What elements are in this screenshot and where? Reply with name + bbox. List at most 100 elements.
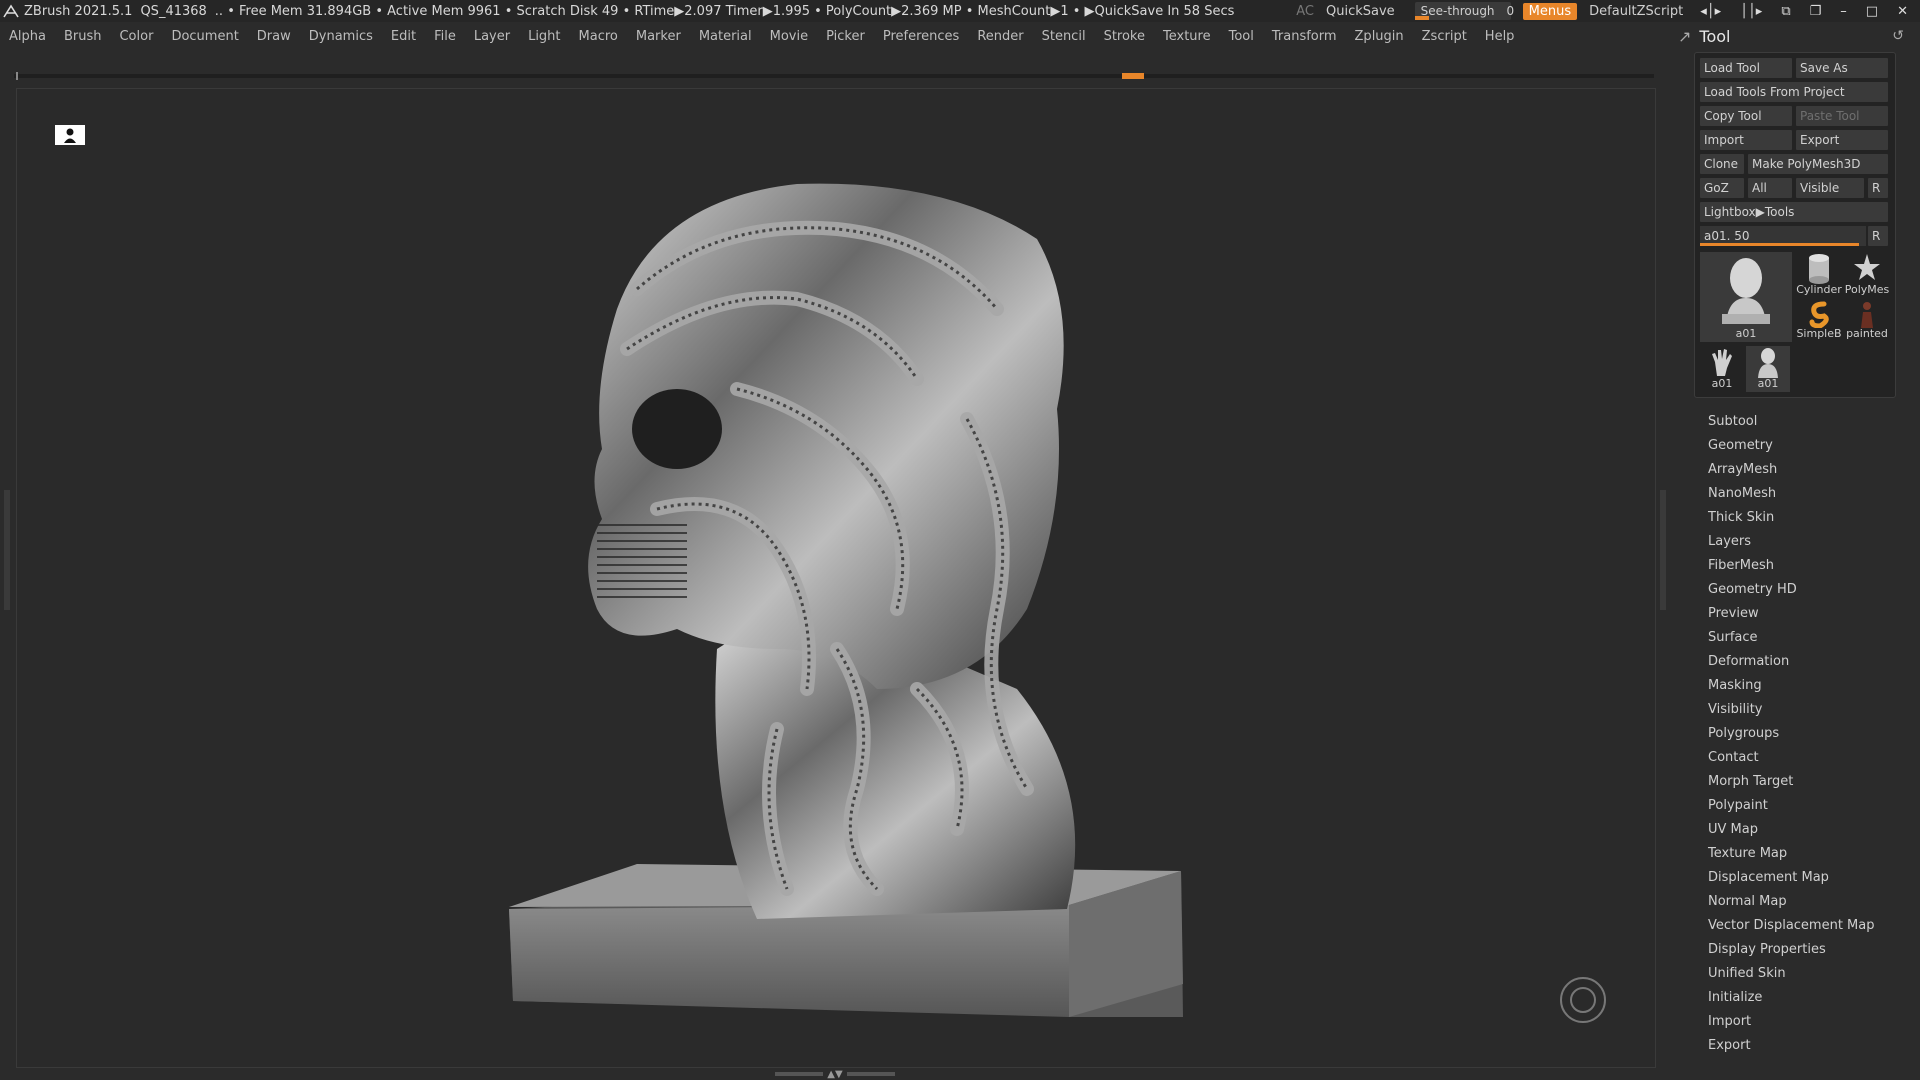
tool-slider-r-button[interactable]: R	[1868, 226, 1888, 246]
menu-draw[interactable]: Draw	[248, 29, 300, 44]
menu-stroke[interactable]: Stroke	[1095, 29, 1154, 44]
subpalette-initialize[interactable]: Initialize	[1708, 986, 1875, 1010]
clone-button[interactable]: Clone	[1700, 154, 1744, 174]
menu-zplugin[interactable]: Zplugin	[1346, 29, 1413, 44]
subpalette-preview[interactable]: Preview	[1708, 602, 1875, 626]
make-polymesh3d-button[interactable]: Make PolyMesh3D	[1748, 154, 1888, 174]
timeline-track[interactable]	[14, 72, 1654, 80]
menu-document[interactable]: Document	[162, 29, 247, 44]
menu-help[interactable]: Help	[1476, 29, 1524, 44]
ac-button[interactable]: AC	[1296, 4, 1314, 19]
menu-movie[interactable]: Movie	[761, 29, 817, 44]
tool-thumb-a01-bust[interactable]: a01	[1746, 346, 1790, 392]
menu-marker[interactable]: Marker	[627, 29, 690, 44]
paste-tool-button[interactable]: Paste Tool	[1796, 106, 1888, 126]
menu-light[interactable]: Light	[519, 29, 569, 44]
load-tool-button[interactable]: Load Tool	[1700, 58, 1792, 78]
save-as-button[interactable]: Save As	[1796, 58, 1888, 78]
subpalette-displacement-map[interactable]: Displacement Map	[1708, 866, 1875, 890]
layout-toggle-icon[interactable]: ◂│▸	[1700, 4, 1721, 19]
menu-transform[interactable]: Transform	[1263, 29, 1346, 44]
tool-thumb-label: SimpleB	[1796, 327, 1842, 340]
menu-stencil[interactable]: Stencil	[1033, 29, 1095, 44]
goz-button[interactable]: GoZ	[1700, 178, 1744, 198]
tool-thumb-polymesh[interactable]: PolyMes	[1844, 252, 1890, 298]
tool-thumb-a01-hand[interactable]: a01	[1700, 346, 1744, 392]
window-layout-icon[interactable]: ❐	[1810, 4, 1822, 19]
layout-toggle-icon[interactable]: ││▸	[1740, 4, 1762, 19]
subpalette-fibermesh[interactable]: FiberMesh	[1708, 554, 1875, 578]
tool-thumb-simpleb[interactable]: SimpleB	[1796, 300, 1842, 342]
menu-texture[interactable]: Texture	[1154, 29, 1220, 44]
tool-palette-header[interactable]: ↗ Tool ↺	[1672, 22, 1920, 50]
subpalette-uv-map[interactable]: UV Map	[1708, 818, 1875, 842]
subpalette-layers[interactable]: Layers	[1708, 530, 1875, 554]
bottom-tray-handle[interactable]: ▲▼	[770, 1069, 900, 1080]
import-button[interactable]: Import	[1700, 130, 1792, 150]
subpalette-export[interactable]: Export	[1708, 1034, 1875, 1058]
tool-thumb-a01[interactable]: a01	[1700, 252, 1792, 342]
menu-tool[interactable]: Tool	[1220, 29, 1263, 44]
timeline-start-marker	[16, 72, 18, 80]
reset-icon[interactable]: ↺	[1892, 28, 1904, 44]
goz-all-button[interactable]: All	[1748, 178, 1792, 198]
subpalette-polygroups[interactable]: Polygroups	[1708, 722, 1875, 746]
subpalette-geometry[interactable]: Geometry	[1708, 434, 1875, 458]
tool-slider-fill	[1700, 243, 1860, 246]
subpalette-normal-map[interactable]: Normal Map	[1708, 890, 1875, 914]
subpalette-nanomesh[interactable]: NanoMesh	[1708, 482, 1875, 506]
see-through-knob[interactable]	[1414, 16, 1429, 20]
load-tools-from-project-button[interactable]: Load Tools From Project	[1700, 82, 1888, 102]
menu-macro[interactable]: Macro	[570, 29, 627, 44]
menu-file[interactable]: File	[425, 29, 465, 44]
menu-edit[interactable]: Edit	[382, 29, 425, 44]
subpalette-unified-skin[interactable]: Unified Skin	[1708, 962, 1875, 986]
subpalette-import[interactable]: Import	[1708, 1010, 1875, 1034]
lightbox-tools-button[interactable]: Lightbox▶Tools	[1700, 202, 1888, 222]
timeline-position-marker[interactable]	[1122, 73, 1144, 79]
subpalette-visibility[interactable]: Visibility	[1708, 698, 1875, 722]
maximize-icon[interactable]: □	[1866, 4, 1878, 19]
minimize-icon[interactable]: –	[1840, 4, 1847, 19]
subpalette-arraymesh[interactable]: ArrayMesh	[1708, 458, 1875, 482]
tool-thumb-painted[interactable]: painted	[1844, 300, 1890, 342]
see-through-slider[interactable]: See-through 0	[1414, 2, 1514, 20]
subpalette-geometry-hd[interactable]: Geometry HD	[1708, 578, 1875, 602]
navigation-gizmo-icon[interactable]	[1560, 977, 1606, 1023]
subpalette-polypaint[interactable]: Polypaint	[1708, 794, 1875, 818]
subpalette-display-properties[interactable]: Display Properties	[1708, 938, 1875, 962]
subpalette-vector-displacement-map[interactable]: Vector Displacement Map	[1708, 914, 1875, 938]
subpalette-thick-skin[interactable]: Thick Skin	[1708, 506, 1875, 530]
subpalette-contact[interactable]: Contact	[1708, 746, 1875, 770]
menu-preferences[interactable]: Preferences	[874, 29, 968, 44]
copy-tool-button[interactable]: Copy Tool	[1700, 106, 1792, 126]
subpalette-surface[interactable]: Surface	[1708, 626, 1875, 650]
close-icon[interactable]: ✕	[1897, 4, 1908, 19]
default-zscript-button[interactable]: DefaultZScript	[1589, 4, 1683, 19]
subpalette-texture-map[interactable]: Texture Map	[1708, 842, 1875, 866]
menu-layer[interactable]: Layer	[465, 29, 519, 44]
menu-picker[interactable]: Picker	[817, 29, 874, 44]
subpalette-subtool[interactable]: Subtool	[1708, 410, 1875, 434]
tool-slider[interactable]: a01. 50	[1700, 226, 1866, 246]
menu-material[interactable]: Material	[690, 29, 761, 44]
goz-visible-button[interactable]: Visible	[1796, 178, 1864, 198]
right-tray-handle[interactable]	[1660, 490, 1666, 610]
menu-dynamics[interactable]: Dynamics	[300, 29, 382, 44]
canvas-viewport[interactable]	[16, 88, 1656, 1068]
subpalette-deformation[interactable]: Deformation	[1708, 650, 1875, 674]
tool-thumb-cylinder[interactable]: Cylinder	[1796, 252, 1842, 298]
restore-layout-icon[interactable]: ⧉	[1781, 4, 1790, 19]
menu-render[interactable]: Render	[968, 29, 1032, 44]
subpalette-masking[interactable]: Masking	[1708, 674, 1875, 698]
export-button[interactable]: Export	[1796, 130, 1888, 150]
menu-color[interactable]: Color	[110, 29, 162, 44]
quicksave-button[interactable]: QuickSave	[1326, 4, 1395, 19]
menus-button[interactable]: Menus	[1522, 2, 1578, 20]
goz-r-button[interactable]: R	[1868, 178, 1888, 198]
menu-zscript[interactable]: Zscript	[1413, 29, 1476, 44]
menu-brush[interactable]: Brush	[55, 29, 111, 44]
menu-alpha[interactable]: Alpha	[0, 29, 55, 44]
left-tray-handle[interactable]	[4, 490, 10, 610]
subpalette-morph-target[interactable]: Morph Target	[1708, 770, 1875, 794]
